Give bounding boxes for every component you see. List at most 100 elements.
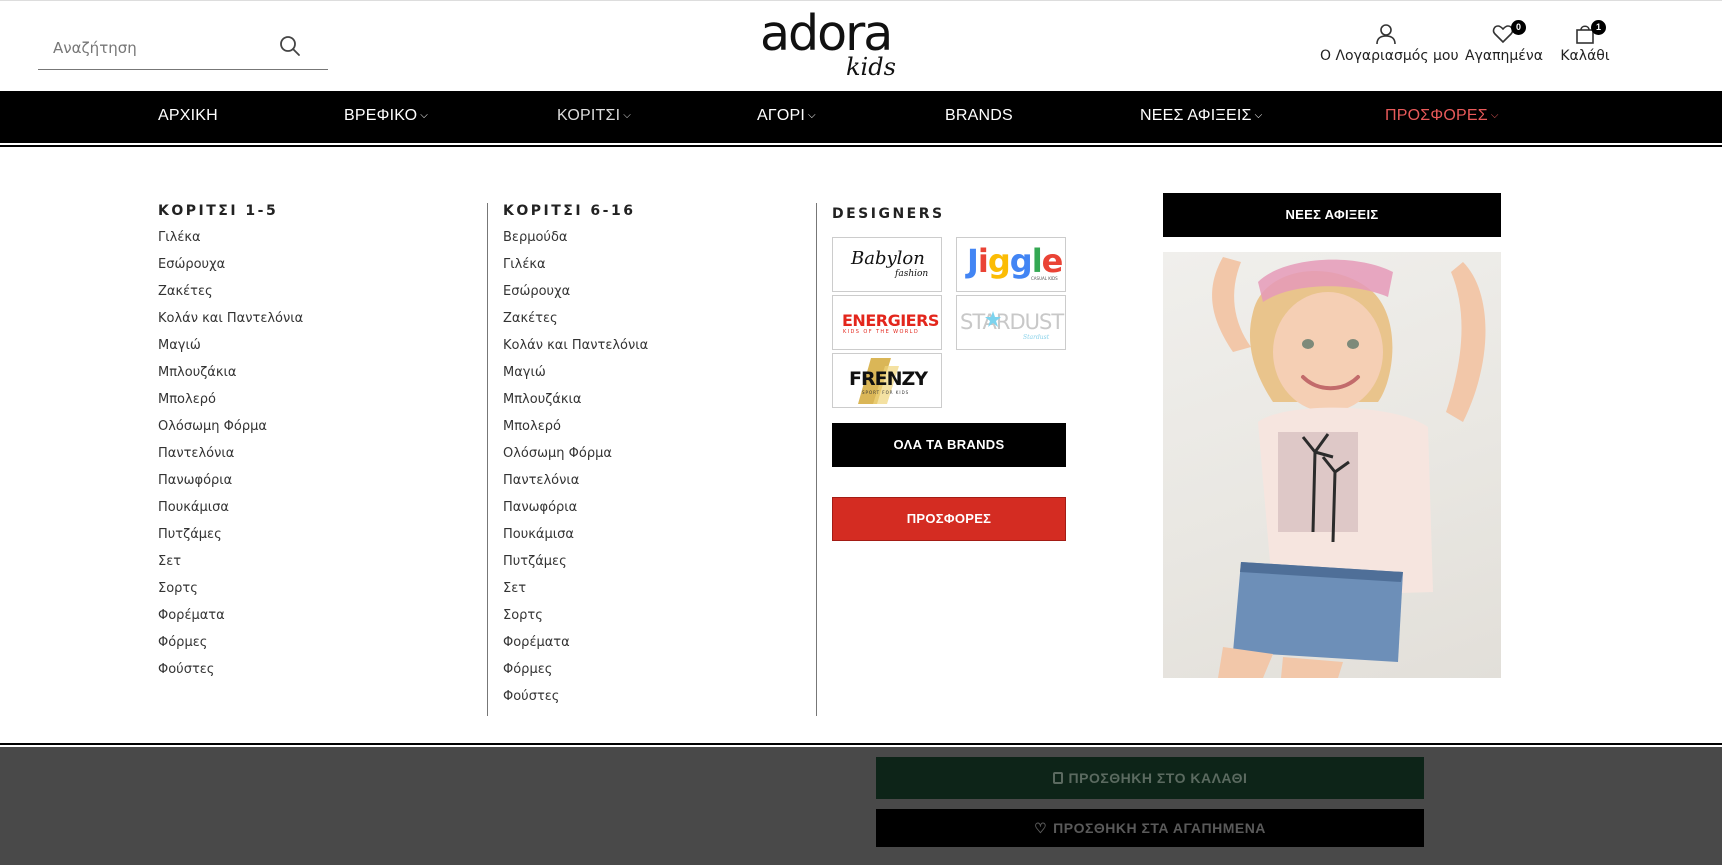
- girl-photo: [1212, 257, 1486, 678]
- favorites-count-badge: 0: [1511, 20, 1526, 35]
- category-link[interactable]: Κολάν και Παντελόνια: [503, 337, 648, 364]
- brand-sub: KIDS OF THE WORLD: [843, 329, 920, 335]
- column-divider: [487, 203, 488, 716]
- category-link[interactable]: Ζακέτες: [503, 310, 648, 337]
- category-link[interactable]: Βερμούδα: [503, 229, 648, 256]
- brand-letter: g: [987, 242, 1011, 280]
- brand-name: STARDUST: [960, 310, 1064, 334]
- chevron-down-icon: ⌵: [1490, 110, 1499, 121]
- brand-logo-babylon[interactable]: Babylon fashion: [832, 237, 942, 292]
- category-link[interactable]: Πουκάμισα: [503, 526, 648, 553]
- button-label: ΠΡΟΣΘΗΚΗ ΣΤΟ ΚΑΛΑΘΙ: [1068, 770, 1248, 786]
- nav-item-label: ΒΡΕΦΙΚΟ: [344, 107, 418, 124]
- chevron-down-icon: ⌵: [623, 110, 632, 121]
- brand-letter: i: [977, 242, 989, 280]
- chevron-down-icon: ⌵: [808, 110, 816, 121]
- category-link[interactable]: Ολόσωμη Φόρμα: [503, 445, 648, 472]
- category-link[interactable]: Κολάν και Παντελόνια: [158, 310, 303, 337]
- category-link[interactable]: Φούστες: [158, 661, 303, 688]
- category-link[interactable]: Μπολερό: [158, 391, 303, 418]
- lock-bag-icon: [1052, 772, 1063, 784]
- nav-item-new-arrivals[interactable]: ΝΕΕΣ ΑΦΙΞΕΙΣ ⌵: [1140, 107, 1262, 125]
- category-link[interactable]: Μπλουζάκια: [503, 391, 648, 418]
- search-input[interactable]: [53, 37, 283, 59]
- search-bar: [38, 29, 328, 70]
- mega-menu: ΚΟΡΙΤΣΙ 1-5 Γιλέκα Εσώρουχα Ζακέτες Κολάν κ…: [0, 147, 1722, 743]
- category-link[interactable]: Φορέματα: [503, 634, 648, 661]
- offers-button[interactable]: ΠΡΟΣΦΟΡΕΣ: [832, 497, 1066, 541]
- category-link[interactable]: Σορτς: [503, 607, 648, 634]
- nav-item-offers[interactable]: ΠΡΟΣΦΟΡΕΣ ⌵: [1385, 107, 1499, 125]
- brand-logo-frenzy[interactable]: FRENZY SPORT FOR KIDS: [832, 353, 942, 408]
- category-link[interactable]: Πανωφόρια: [503, 499, 648, 526]
- nav-item-label: ΑΓΟΡΙ: [757, 107, 806, 124]
- brand-letter: g: [1009, 242, 1033, 280]
- menu-column-girl-1-5: ΚΟΡΙΤΣΙ 1-5 Γιλέκα Εσώρουχα Ζακέτες Κολάν κ…: [158, 203, 303, 688]
- all-brands-button[interactable]: ΟΛΑ ΤΑ BRANDS: [832, 423, 1066, 467]
- menu-column-girl-6-16: ΚΟΡΙΤΣΙ 6-16 Βερμούδα Γιλέκα Εσώρουχα Ζακέτ…: [503, 203, 648, 715]
- search-icon: [280, 36, 300, 56]
- nav-item-label: ΑΡΧΙΚΗ: [158, 107, 218, 124]
- site-header: adora kids Ο Λογαριασμός μου 0 Αγαπημένα…: [0, 0, 1722, 91]
- brand-logo-jiggle[interactable]: Jiggle CASUAL KIDS: [956, 237, 1066, 292]
- menu-column-designers: DESIGNERS: [832, 206, 945, 232]
- category-link[interactable]: Μπολερό: [503, 418, 648, 445]
- brand-logo-energiers[interactable]: ENERGIERS KIDS OF THE WORLD: [832, 295, 942, 350]
- add-to-favorites-button[interactable]: ♡ ΠΡΟΣΘΗΚΗ ΣΤΑ ΑΓΑΠΗΜΕΝΑ: [876, 809, 1424, 847]
- category-link[interactable]: Παντελόνια: [503, 472, 648, 499]
- logo-wordmark: adora: [760, 5, 893, 62]
- nav-item-baby[interactable]: ΒΡΕΦΙΚΟ ⌵: [344, 107, 428, 125]
- nav-item-brands[interactable]: BRANDS: [945, 107, 1013, 125]
- category-link[interactable]: Φόρμες: [503, 661, 648, 688]
- nav-item-girl[interactable]: ΚΟΡΙΤΣΙ ⌵: [557, 107, 631, 125]
- main-nav: ΑΡΧΙΚΗ ΒΡΕΦΙΚΟ ⌵ ΚΟΡΙΤΣΙ ⌵ ΑΓΟΡΙ ⌵ BRANDS Ν…: [0, 91, 1722, 143]
- category-list: Βερμούδα Γιλέκα Εσώρουχα Ζακέτες Κολάν και Π…: [503, 229, 648, 715]
- category-link[interactable]: Εσώρουχα: [503, 283, 648, 310]
- category-link[interactable]: Ολόσωμη Φόρμα: [158, 418, 303, 445]
- category-link[interactable]: Μπλουζάκια: [158, 364, 303, 391]
- star-icon: [985, 311, 1001, 327]
- category-link[interactable]: Φούστες: [503, 688, 648, 715]
- favorites-link[interactable]: 0 Αγαπημένα: [1465, 20, 1543, 64]
- nav-item-home[interactable]: ΑΡΧΙΚΗ: [158, 107, 218, 125]
- brand-sub: SPORT FOR KIDS: [862, 390, 910, 395]
- category-link[interactable]: Μαγιώ: [158, 337, 303, 364]
- category-link[interactable]: Πυτζάμες: [158, 526, 303, 553]
- category-link[interactable]: Πυτζάμες: [503, 553, 648, 580]
- heart-icon: ♡: [1034, 820, 1048, 836]
- column-title: DESIGNERS: [832, 206, 945, 222]
- search-button[interactable]: [278, 34, 304, 60]
- brand-name: ENERGIERS: [842, 311, 939, 330]
- category-link[interactable]: Εσώρουχα: [158, 256, 303, 283]
- cart-label: Καλάθι: [1560, 48, 1610, 64]
- category-link[interactable]: Σετ: [158, 553, 303, 580]
- category-link[interactable]: Πανωφόρια: [158, 472, 303, 499]
- nav-item-label: ΚΟΡΙΤΣΙ: [557, 107, 621, 124]
- page-overlay: ΠΡΟΣΘΗΚΗ ΣΤΟ ΚΑΛΑΘΙ ♡ ΠΡΟΣΘΗΚΗ ΣΤΑ ΑΓΑΠΗΜ…: [0, 747, 1722, 865]
- promo-image-girl[interactable]: [1163, 252, 1501, 678]
- category-link[interactable]: Σορτς: [158, 580, 303, 607]
- brand-letter: J: [967, 242, 979, 280]
- site-logo[interactable]: adora kids: [760, 5, 896, 83]
- category-link[interactable]: Πουκάμισα: [158, 499, 303, 526]
- category-link[interactable]: Παντελόνια: [158, 445, 303, 472]
- nav-item-boy[interactable]: ΑΓΟΡΙ ⌵: [757, 107, 816, 125]
- add-to-cart-button[interactable]: ΠΡΟΣΘΗΚΗ ΣΤΟ ΚΑΛΑΘΙ: [876, 757, 1424, 799]
- brand-sub: CASUAL KIDS: [1031, 276, 1058, 281]
- new-arrivals-button[interactable]: ΝΕΕΣ ΑΦΙΞΕΙΣ: [1163, 193, 1501, 237]
- cart-link[interactable]: 1 Καλάθι: [1560, 20, 1610, 64]
- column-divider: [816, 203, 817, 716]
- column-title: ΚΟΡΙΤΣΙ 6-16: [503, 203, 636, 219]
- category-link[interactable]: Σετ: [503, 580, 648, 607]
- account-link[interactable]: Ο Λογαριασμός μου: [1320, 23, 1459, 64]
- category-link[interactable]: Ζακέτες: [158, 283, 303, 310]
- brand-name: FRENZY: [849, 368, 928, 390]
- category-link[interactable]: Φόρμες: [158, 634, 303, 661]
- brand-logo-stardust[interactable]: STARDUST Stardust: [956, 295, 1066, 350]
- category-link[interactable]: Μαγιώ: [503, 364, 648, 391]
- category-link[interactable]: Γιλέκα: [503, 256, 648, 283]
- brand-name: Babylon: [851, 248, 925, 269]
- category-link[interactable]: Γιλέκα: [158, 229, 303, 256]
- category-link[interactable]: Φορέματα: [158, 607, 303, 634]
- brand-letter: e: [1041, 242, 1064, 280]
